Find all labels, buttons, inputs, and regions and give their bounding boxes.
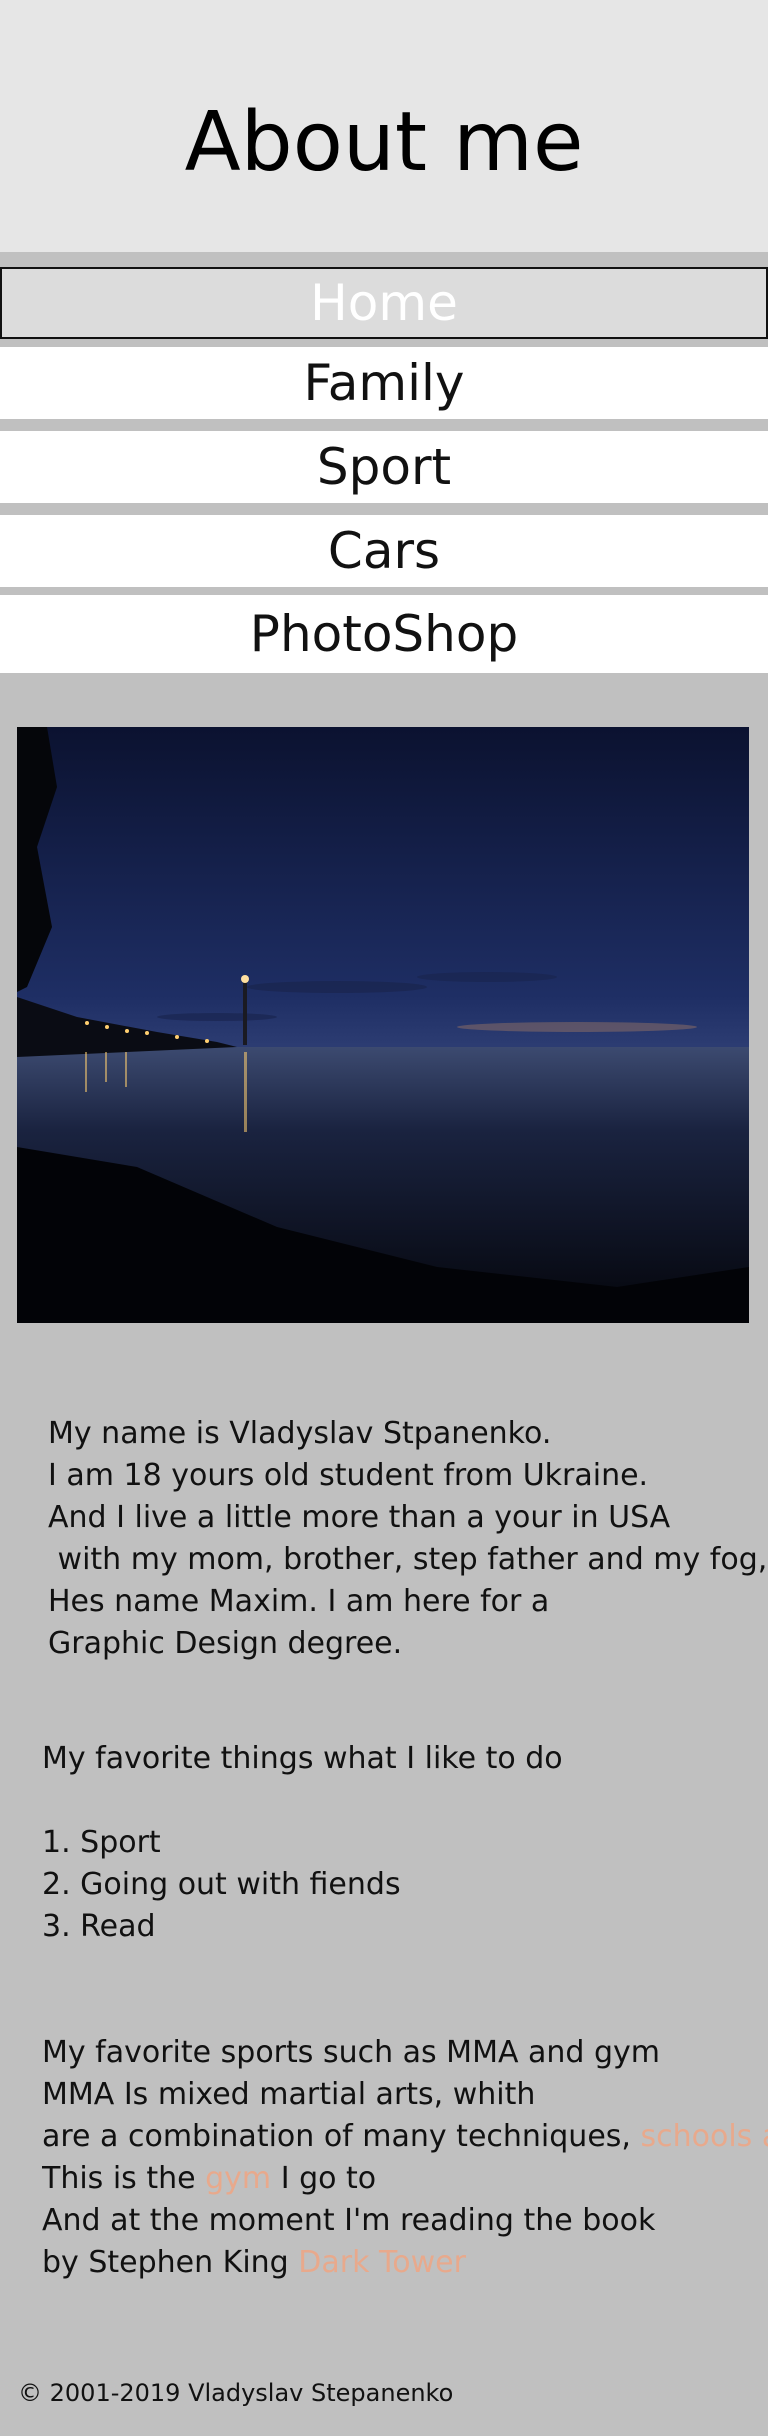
sports-line: MMA Is mixed martial arts, whith (42, 2077, 536, 2112)
page-title: About me (184, 95, 584, 190)
bio-line: with my mom, brother, step father and my… (48, 1542, 768, 1577)
nav-item-cars[interactable]: Cars (0, 515, 768, 587)
night-lake-photo (17, 727, 749, 1323)
bio-line: I am 18 yours old student from Ukraine. (48, 1458, 649, 1493)
favorites-list: 1. Sport 2. Going out with fiends 3. Rea… (42, 1822, 401, 1948)
dark-tower-link[interactable]: Dark Tower (298, 2245, 466, 2280)
sports-text: My favorite sports such as MMA and gym M… (42, 2032, 768, 2284)
sports-line: are a combination of many techniques, sc… (42, 2116, 768, 2158)
nav-item-sport[interactable]: Sport (0, 431, 768, 503)
nav-item-photoshop[interactable]: PhotoShop (0, 595, 768, 673)
page-header: About me (0, 0, 768, 252)
sports-line-text: by Stephen King (42, 2245, 299, 2280)
list-item: 1. Sport (42, 1825, 161, 1860)
sports-line-text: are a combination of many techniques, (42, 2119, 641, 2154)
sports-line: by Stephen King Dark Tower (42, 2242, 768, 2284)
schools-link[interactable]: schools and (640, 2119, 768, 2154)
nav-item-family[interactable]: Family (0, 347, 768, 419)
bio-line: Graphic Design degree. (48, 1626, 403, 1661)
sports-line-text: I go to (271, 2161, 377, 2196)
sports-line-text: This is the (42, 2161, 206, 2196)
bio-line: My name is Vladyslav Stpanenko. (48, 1416, 552, 1451)
list-item: 2. Going out with fiends (42, 1867, 401, 1902)
sports-line: This is the gym I go to (42, 2158, 768, 2200)
nav-item-home[interactable]: Home (0, 267, 768, 339)
sports-line: And at the moment I'm reading the book (42, 2203, 656, 2238)
bio-text: My name is Vladyslav Stpanenko. I am 18 … (48, 1413, 767, 1665)
bio-line: Hes name Maxim. I am here for a (48, 1584, 550, 1619)
gym-link[interactable]: gym (205, 2161, 271, 2196)
night-lake-tower-photo-icon (17, 727, 749, 1323)
list-item: 3. Read (42, 1909, 156, 1944)
footer-copyright: © 2001-2019 Vladyslav Stepanenko (18, 2379, 454, 2407)
bio-line: And I live a little more than a your in … (48, 1500, 671, 1535)
sports-line: My favorite sports such as MMA and gym (42, 2035, 661, 2070)
favorites-title: My favorite things what I like to do (42, 1741, 563, 1776)
